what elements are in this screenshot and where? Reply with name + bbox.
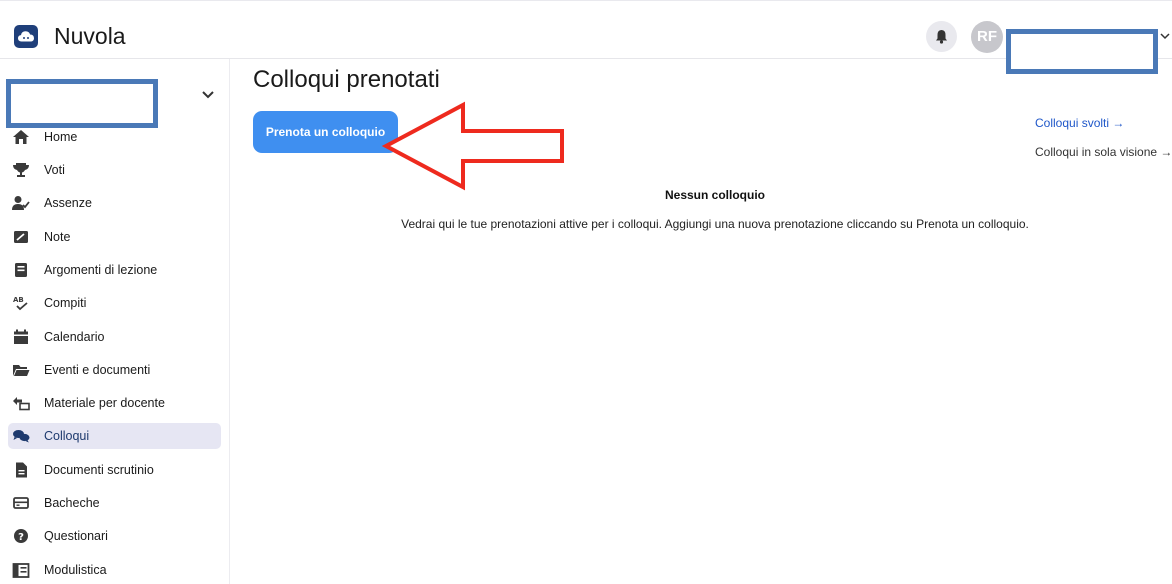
trophy-icon	[13, 163, 29, 177]
sidebar-item-label: Materiale per docente	[44, 396, 165, 410]
sidebar-item-colloqui[interactable]: Colloqui	[8, 423, 221, 449]
sidebar-item-documenti-scrutinio[interactable]: Documenti scrutinio	[8, 457, 221, 483]
caret-down-icon[interactable]	[1160, 32, 1170, 40]
chat-bubbles-icon	[13, 430, 30, 443]
sidebar: Home Voti Assenze Note Argomenti di lezi…	[0, 59, 230, 584]
sidebar-item-label: Argomenti di lezione	[44, 263, 158, 277]
book-icon	[15, 263, 27, 277]
logo[interactable]	[14, 25, 38, 48]
sidebar-item-label: Documenti scrutinio	[44, 463, 154, 477]
sidebar-item-label: Compiti	[44, 296, 87, 310]
sidebar-item-label: Modulistica	[44, 563, 107, 577]
book-meeting-button[interactable]: Prenota un colloquio	[253, 111, 398, 153]
redacted-student-selector[interactable]	[6, 79, 158, 128]
completed-meetings-link[interactable]: Colloqui svolti →	[1035, 116, 1124, 130]
spellcheck-icon: AB	[13, 296, 28, 311]
house-icon	[13, 130, 29, 144]
forms-icon	[12, 563, 30, 578]
sidebar-item-label: Eventi e documenti	[44, 363, 151, 377]
exchange-icon	[13, 397, 30, 411]
svg-text:?: ?	[18, 532, 24, 543]
annotation-arrow-icon	[381, 101, 564, 191]
view-only-meetings-link[interactable]: Colloqui in sola visione →	[1035, 145, 1172, 159]
svg-text:AB: AB	[13, 296, 24, 304]
redacted-username	[1006, 29, 1158, 74]
sidebar-item-label: Note	[44, 230, 71, 244]
sidebar-item-modulistica[interactable]: Modulistica	[8, 557, 221, 583]
empty-state-text: Vedrai qui le tue prenotazioni attive pe…	[401, 217, 1029, 231]
document-icon	[16, 462, 27, 478]
question-icon: ?	[14, 529, 28, 543]
sidebar-item-label: Voti	[44, 163, 65, 177]
sidebar-item-home[interactable]: Home	[8, 124, 221, 150]
sidebar-item-voti[interactable]: Voti	[8, 157, 221, 183]
notifications-button[interactable]	[926, 21, 957, 52]
empty-state-title: Nessun colloquio	[664, 188, 765, 202]
board-icon	[13, 497, 29, 509]
sidebar-item-materiale[interactable]: Materiale per docente	[8, 390, 221, 416]
app-title: Nuvola	[54, 23, 126, 49]
sidebar-item-eventi[interactable]: Eventi e documenti	[8, 357, 221, 383]
sidebar-item-label: Bacheche	[44, 496, 100, 510]
cloud-logo-icon	[18, 31, 34, 42]
sidebar-item-calendario[interactable]: Calendario	[8, 324, 221, 350]
sidebar-item-argomenti[interactable]: Argomenti di lezione	[8, 257, 221, 283]
top-bar: Nuvola RF	[0, 0, 1172, 74]
bell-icon	[936, 30, 947, 44]
sidebar-item-label: Questionari	[44, 529, 108, 543]
sidebar-item-questionari[interactable]: ? Questionari	[8, 523, 221, 549]
sidebar-item-label: Home	[44, 130, 78, 144]
sidebar-item-bacheche[interactable]: Bacheche	[8, 490, 221, 516]
user-avatar[interactable]: RF	[971, 21, 1003, 53]
sidebar-item-label: Colloqui	[44, 429, 90, 443]
folder-open-icon	[13, 365, 30, 376]
calendar-icon	[14, 329, 28, 344]
page-title: Colloqui prenotati	[253, 66, 440, 93]
note-icon	[14, 231, 28, 243]
sidebar-item-compiti[interactable]: AB Compiti	[8, 290, 221, 316]
sidebar-item-label: Calendario	[44, 330, 105, 344]
chevron-down-icon[interactable]	[201, 90, 215, 100]
